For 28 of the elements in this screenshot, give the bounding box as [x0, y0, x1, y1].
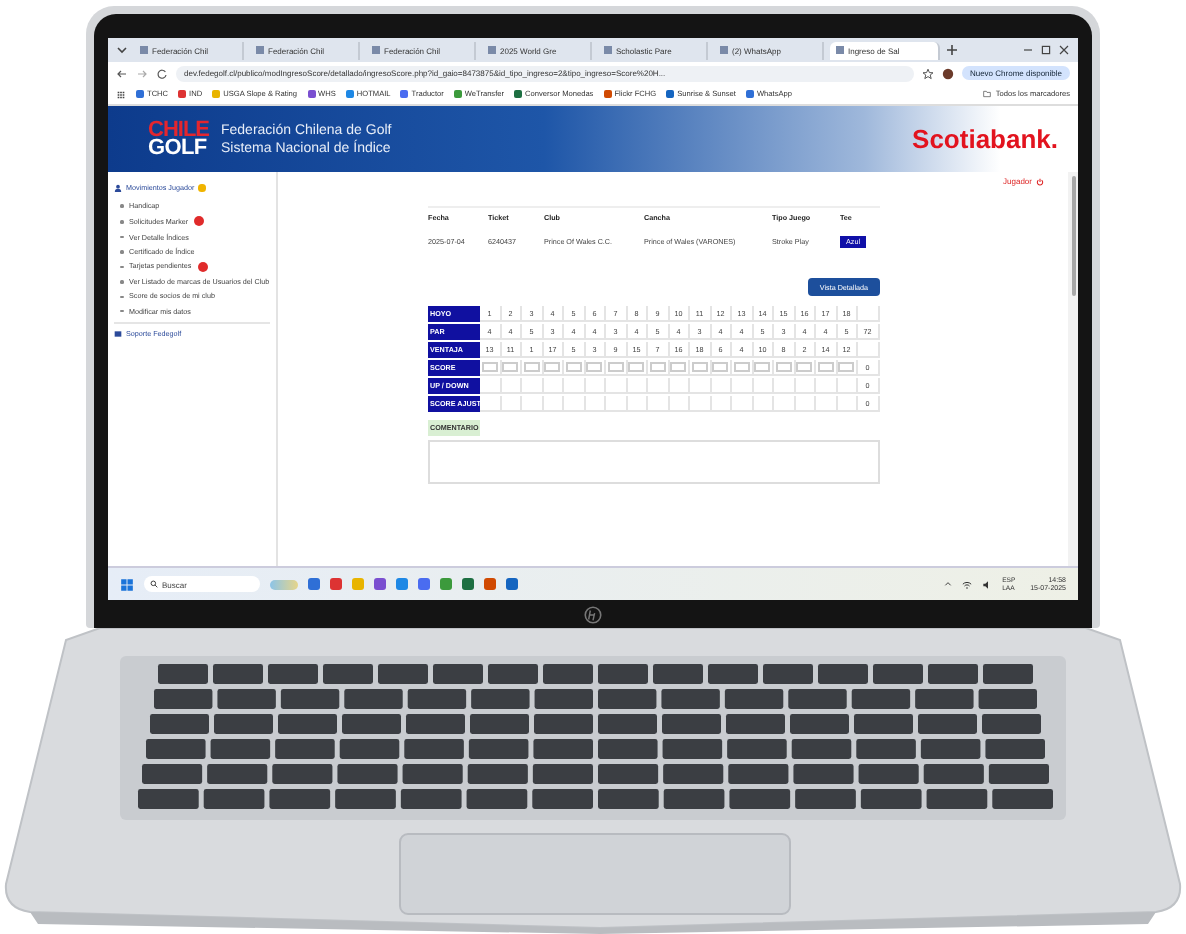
new-tab-icon[interactable] — [946, 44, 958, 56]
power-icon[interactable] — [1036, 177, 1044, 185]
star-icon[interactable] — [921, 67, 934, 79]
apps-icon[interactable] — [116, 89, 126, 99]
user-icon — [114, 184, 122, 192]
profile-icon[interactable] — [941, 67, 954, 79]
tab-menu-icon[interactable] — [116, 44, 128, 56]
chevron-up-icon[interactable] — [944, 580, 953, 588]
wifi-icon[interactable] — [962, 579, 973, 589]
start-icon[interactable] — [120, 577, 134, 591]
weather-widget-icon[interactable] — [270, 579, 298, 589]
restore-icon[interactable] — [1040, 44, 1052, 56]
scrollbar[interactable] — [1068, 172, 1078, 566]
speaker-icon[interactable] — [982, 579, 993, 589]
forward-icon[interactable] — [136, 67, 148, 79]
sponsor-logo: Scotiabank. — [912, 124, 1058, 154]
close-icon[interactable] — [1058, 44, 1070, 56]
reload-icon[interactable] — [156, 67, 168, 79]
search-icon — [150, 580, 158, 588]
support-icon — [114, 329, 122, 338]
minimize-icon[interactable] — [1022, 44, 1034, 56]
logo-text: CHILE — [148, 121, 209, 139]
comment-field[interactable] — [428, 440, 880, 484]
logo-text: GOLF — [148, 139, 207, 157]
back-icon[interactable] — [116, 67, 128, 79]
folder-icon — [982, 90, 993, 98]
warning-icon — [198, 184, 206, 192]
hp-logo-icon — [584, 605, 602, 623]
